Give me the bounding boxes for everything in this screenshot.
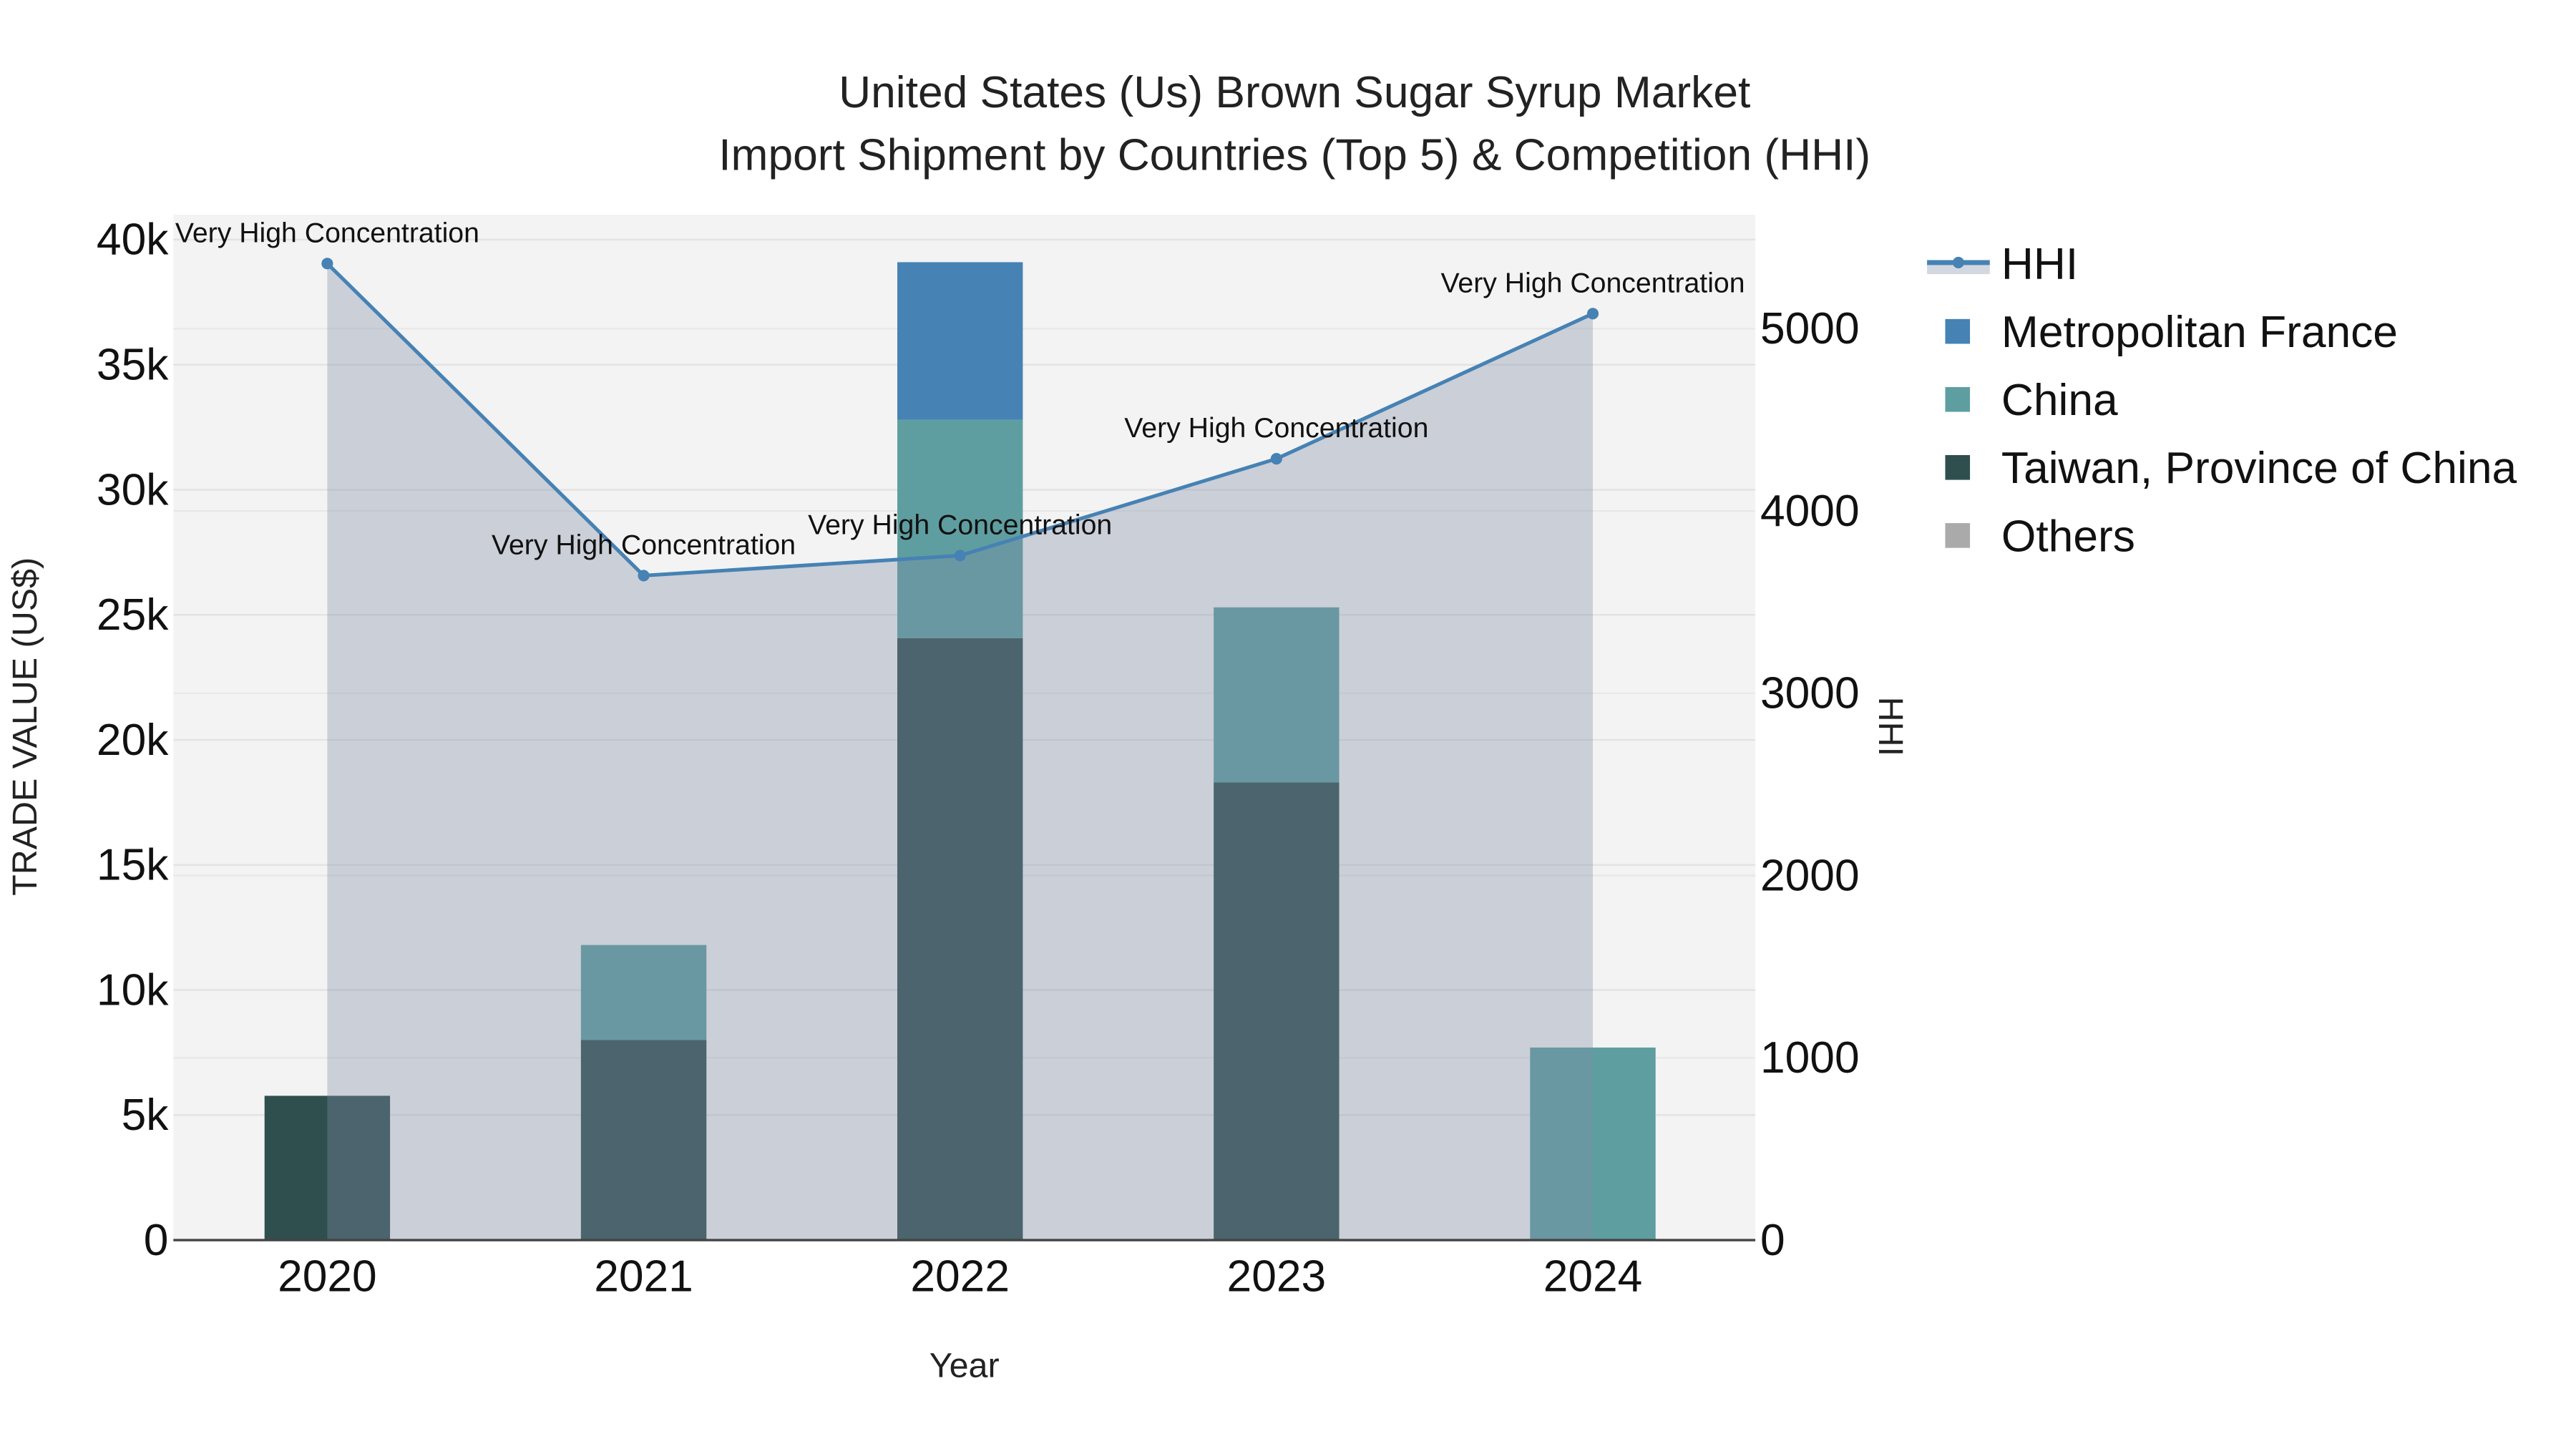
hhi-annotation-2024: Very High Concentration <box>1440 267 1745 298</box>
x-tick-label: 2024 <box>1543 1252 1643 1302</box>
y-tick-label: 15k <box>97 841 169 890</box>
y2-tick-label: 1000 <box>1760 1033 1860 1083</box>
legend-label-taiwan-province-of-china: Taiwan, Province of China <box>2001 444 2517 493</box>
legend-label-hhi: HHI <box>2001 240 2078 289</box>
y2-tick-label: 0 <box>1760 1216 1785 1265</box>
hhi-annotation-2022: Very High Concentration <box>808 509 1112 540</box>
chart-subtitle: Import Shipment by Countries (Top 5) & C… <box>718 131 1870 180</box>
y-tick-label: 5k <box>122 1091 170 1140</box>
x-axis-title: Year <box>930 1347 1000 1385</box>
legend-label-metropolitan-france: Metropolitan France <box>2001 308 2398 357</box>
hhi-point-2022 <box>954 550 966 562</box>
hhi-point-2023 <box>1270 453 1282 465</box>
y-tick-label: 25k <box>97 590 169 640</box>
y2-tick-label: 5000 <box>1760 304 1860 353</box>
y-axis-ticks: 0 5k 10k 15k 20k 25k 30k 35k 40k <box>97 215 169 1265</box>
y-axis-title: TRADE VALUE (US$) <box>6 557 44 896</box>
x-tick-label: 2022 <box>910 1252 1010 1302</box>
y-tick-label: 20k <box>97 716 169 765</box>
hhi-point-2020 <box>321 258 333 270</box>
hhi-annotation-2021: Very High Concentration <box>492 529 796 560</box>
legend-swatch-others <box>1945 523 1971 548</box>
y-tick-label: 0 <box>144 1216 169 1265</box>
x-tick-label: 2023 <box>1227 1252 1327 1302</box>
legend-label-china: China <box>2001 376 2118 425</box>
legend-swatch-taiwan-province-of-china <box>1945 455 1971 480</box>
chart: United States (Us) Brown Sugar Syrup Mar… <box>6 68 2517 1385</box>
y-tick-label: 30k <box>97 465 169 514</box>
y2-tick-label: 2000 <box>1760 851 1860 900</box>
chart-title: United States (Us) Brown Sugar Syrup Mar… <box>839 68 1750 117</box>
y-tick-label: 40k <box>97 215 169 265</box>
y-tick-label: 35k <box>97 340 169 389</box>
y2-tick-label: 3000 <box>1760 669 1860 718</box>
y2-axis-title: HHI <box>1871 697 1910 756</box>
x-axis-ticks: 2020 2021 2022 2023 2024 <box>278 1252 1642 1302</box>
legend-swatch-china <box>1945 386 1971 412</box>
legend-swatch-metropolitan-france <box>1945 318 1971 344</box>
y2-tick-label: 4000 <box>1760 487 1860 536</box>
legend: HHI Metropolitan France China Taiwan, Provi… <box>1927 240 2517 561</box>
x-tick-label: 2021 <box>594 1252 693 1302</box>
x-tick-label: 2020 <box>278 1252 377 1302</box>
hhi-point-2021 <box>638 570 650 582</box>
y2-axis-ticks: 0 1000 2000 3000 4000 5000 <box>1760 304 1860 1265</box>
legend-label-others: Others <box>2001 512 2135 561</box>
legend-hhi-marker <box>1952 256 1964 268</box>
hhi-point-2024 <box>1586 308 1599 320</box>
hhi-annotation-2020: Very High Concentration <box>175 217 479 248</box>
hhi-annotation-2023: Very High Concentration <box>1124 412 1428 444</box>
bar-metropolitan-france-2022 <box>897 262 1023 420</box>
y-tick-label: 10k <box>97 965 169 1015</box>
